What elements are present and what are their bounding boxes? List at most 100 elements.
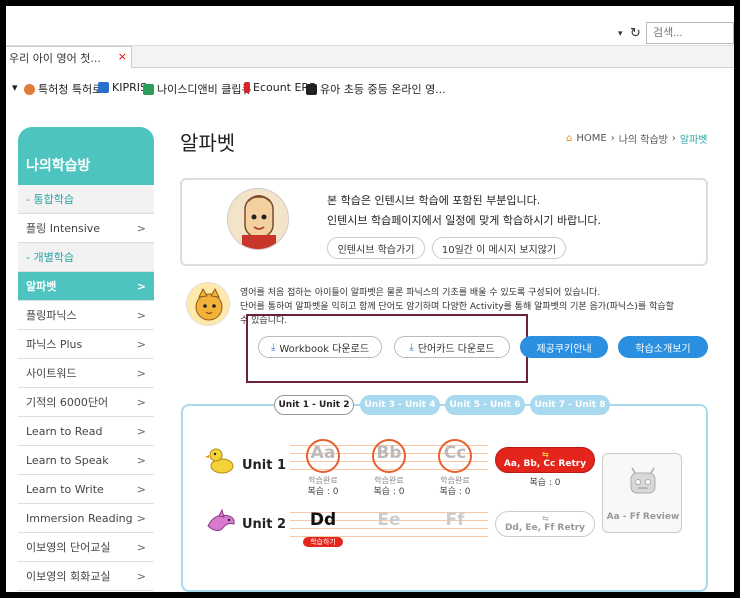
- sidebar-item-6000-words[interactable]: 기적의 6000단어 >: [18, 388, 154, 417]
- unit-1-label: Unit 1: [242, 458, 287, 473]
- tab-title: 우리 아이 영어 첫...: [9, 52, 101, 65]
- tab-unit-7-8[interactable]: Unit 7 - Unit 8: [530, 395, 610, 415]
- wordcard-download-button[interactable]: ⤓ 단어카드 다운로드: [394, 336, 510, 358]
- retry-unit-1-button[interactable]: ⇆ Aa, Bb, Cc Retry: [495, 447, 595, 473]
- review-count: 복습 : 0: [439, 487, 471, 497]
- sidebar-item-alphabet[interactable]: 알파벳 >: [18, 272, 154, 301]
- review-label: Aa - Ff Review: [606, 512, 680, 522]
- chevron-right-icon: >: [136, 308, 146, 322]
- review-count: 복습 : 0: [529, 478, 561, 488]
- chevron-right-icon: >: [136, 337, 146, 351]
- sidebar-item-phonics-plus[interactable]: 파닉스 Plus >: [18, 330, 154, 359]
- bookmark-item[interactable]: 유아 초등 중등 온라인 영...: [306, 81, 446, 97]
- letter-card-bb[interactable]: Bb: [356, 439, 422, 473]
- sidebar-item-sight-words[interactable]: 사이트워드 >: [18, 359, 154, 388]
- workbook-download-button[interactable]: ⤓ Workbook 다운로드: [258, 336, 382, 358]
- chevron-right-icon: >: [136, 395, 146, 409]
- chevron-right-icon: >: [136, 540, 146, 554]
- browser-tab[interactable]: 우리 아이 영어 첫... ×: [6, 46, 132, 68]
- cube-icon: [143, 83, 154, 95]
- letter-card-ff: Ff: [422, 506, 488, 540]
- breadcrumb: ⌂ HOME › 나의 학습방 › 알파벳: [566, 131, 708, 146]
- review-count: 복습 : 0: [373, 487, 405, 497]
- sidebar-item-pling-phonics[interactable]: 플링파닉스 >: [18, 301, 154, 330]
- refresh-icon[interactable]: ↻: [630, 26, 641, 41]
- tab-unit-3-4[interactable]: Unit 3 - Unit 4: [360, 395, 440, 415]
- letter-text: Ff: [445, 510, 465, 530]
- home-icon: ⌂: [566, 133, 573, 144]
- letter-text: Cc: [443, 443, 467, 463]
- letter-card-dd[interactable]: Dd: [290, 506, 356, 540]
- chevron-right-icon: >: [136, 453, 146, 467]
- tab-unit-5-6[interactable]: Unit 5 - Unit 6: [445, 395, 525, 415]
- ecount-icon: [244, 82, 250, 93]
- family-icon: [306, 83, 317, 95]
- review-count: 복습 : 0: [307, 487, 339, 497]
- robot-icon: [626, 466, 660, 500]
- bookmarks-bar: ▾ 특허청 특허로 KIPRIS 나이스디앤비 클립큐 Ecount ERP 유…: [6, 78, 734, 98]
- chevron-right-icon: >: [136, 424, 146, 438]
- tab-unit-1-2[interactable]: Unit 1 - Unit 2: [274, 395, 354, 415]
- chevron-right-icon: >: [136, 279, 146, 293]
- breadcrumb-current: 알파벳: [679, 135, 708, 146]
- review-card: Aa - Ff Review: [602, 453, 682, 533]
- sidebar-item-learn-to-write[interactable]: Learn to Write >: [18, 475, 154, 504]
- cookie-info-button[interactable]: 제공쿠키안내: [520, 336, 608, 358]
- hide-message-button[interactable]: 10일간 이 메시지 보지않기: [432, 237, 566, 259]
- duck-icon: [205, 446, 237, 476]
- bookmark-item[interactable]: 특허청 특허로: [24, 81, 102, 97]
- sidebar-item-learn-to-speak[interactable]: Learn to Speak >: [18, 446, 154, 475]
- intensive-go-button[interactable]: 인텐시브 학습가기: [327, 237, 425, 259]
- breadcrumb-my-learning[interactable]: 나의 학습방: [619, 131, 668, 146]
- description-text: 단어를 통하여 알파벳을 익히고 함께 단어도 암기하며 다양한 Activit…: [240, 302, 674, 312]
- chevron-right-icon: >: [136, 366, 146, 380]
- letter-text: Aa: [310, 443, 336, 463]
- chevron-right-icon: >: [136, 569, 146, 583]
- letter-card-cc[interactable]: Cc: [422, 439, 488, 473]
- letter-text: Bb: [376, 443, 402, 463]
- description-text: 영어를 처음 접하는 아이들이 알파벳은 물론 파닉스의 기초를 배울 수 있도…: [240, 288, 601, 298]
- character-avatar: [227, 188, 289, 250]
- browser-window: ▾ ↻ 우리 아이 영어 첫... × ▾ 특허청 특허로 KIPRIS 나이스…: [6, 6, 734, 592]
- mascot-avatar: [186, 282, 230, 326]
- download-icon: ⤓: [409, 341, 414, 353]
- breadcrumb-home[interactable]: HOME: [576, 133, 606, 144]
- sidebar-item-learn-to-read[interactable]: Learn to Read >: [18, 417, 154, 446]
- bookmark-item[interactable]: 나이스디앤비 클립큐: [143, 81, 252, 97]
- letter-text: Ee: [377, 510, 401, 530]
- retry-icon: ⇆: [542, 514, 549, 523]
- sidebar-item-immersion-reading[interactable]: Immersion Reading >: [18, 504, 154, 533]
- letter-text: Dd: [309, 510, 337, 530]
- sidebar-item-pling-intensive[interactable]: 플링 Intensive >: [18, 214, 154, 243]
- bookmark-item[interactable]: KIPRIS: [98, 81, 147, 94]
- page-title: 알파벳: [180, 131, 236, 155]
- dolphin-icon: [205, 508, 237, 538]
- document-icon: [98, 82, 109, 93]
- learning-intro-button[interactable]: 학습소개보기: [618, 336, 708, 358]
- notice-text: 본 학습은 인텐시브 학습에 포함된 부분입니다.: [327, 194, 541, 207]
- intensive-notice: 본 학습은 인텐시브 학습에 포함된 부분입니다. 인텐시브 학습페이지에서 일…: [180, 178, 708, 266]
- leaf-icon: [24, 83, 35, 95]
- chevron-right-icon: ›: [610, 133, 615, 144]
- notice-text: 인텐시브 학습페이지에서 일정에 맞게 학습하시기 바랍니다.: [327, 214, 601, 227]
- bookmark-menu-arrow-icon[interactable]: ▾: [12, 81, 18, 94]
- sidebar-section-integrated: - 통합학습: [18, 185, 154, 214]
- search-input[interactable]: [646, 22, 734, 44]
- close-icon[interactable]: ×: [118, 50, 127, 63]
- sidebar-section-individual: - 개별학습: [18, 243, 154, 272]
- retry-icon: ⇆: [542, 450, 549, 459]
- chevron-right-icon: >: [136, 482, 146, 496]
- tab-strip: 우리 아이 영어 첫... ×: [6, 46, 734, 68]
- chevron-right-icon: >: [136, 221, 146, 235]
- letter-card-ee: Ee: [356, 506, 422, 540]
- retry-unit-2-button: ⇆ Dd, Ee, Ff Retry: [495, 511, 595, 537]
- dropdown-arrow-icon[interactable]: ▾: [618, 29, 623, 39]
- letter-card-aa[interactable]: Aa: [290, 439, 356, 473]
- chevron-right-icon: ›: [671, 133, 676, 144]
- start-learning-tag[interactable]: 학습하기: [303, 537, 343, 547]
- chevron-right-icon: >: [136, 511, 146, 525]
- unit-2-label: Unit 2: [242, 517, 287, 532]
- sidebar-item-conversation-class[interactable]: 이보영의 회화교실 >: [18, 562, 154, 591]
- bookmark-item[interactable]: Ecount ERP: [244, 81, 316, 94]
- sidebar-item-word-class[interactable]: 이보영의 단어교실 >: [18, 533, 154, 562]
